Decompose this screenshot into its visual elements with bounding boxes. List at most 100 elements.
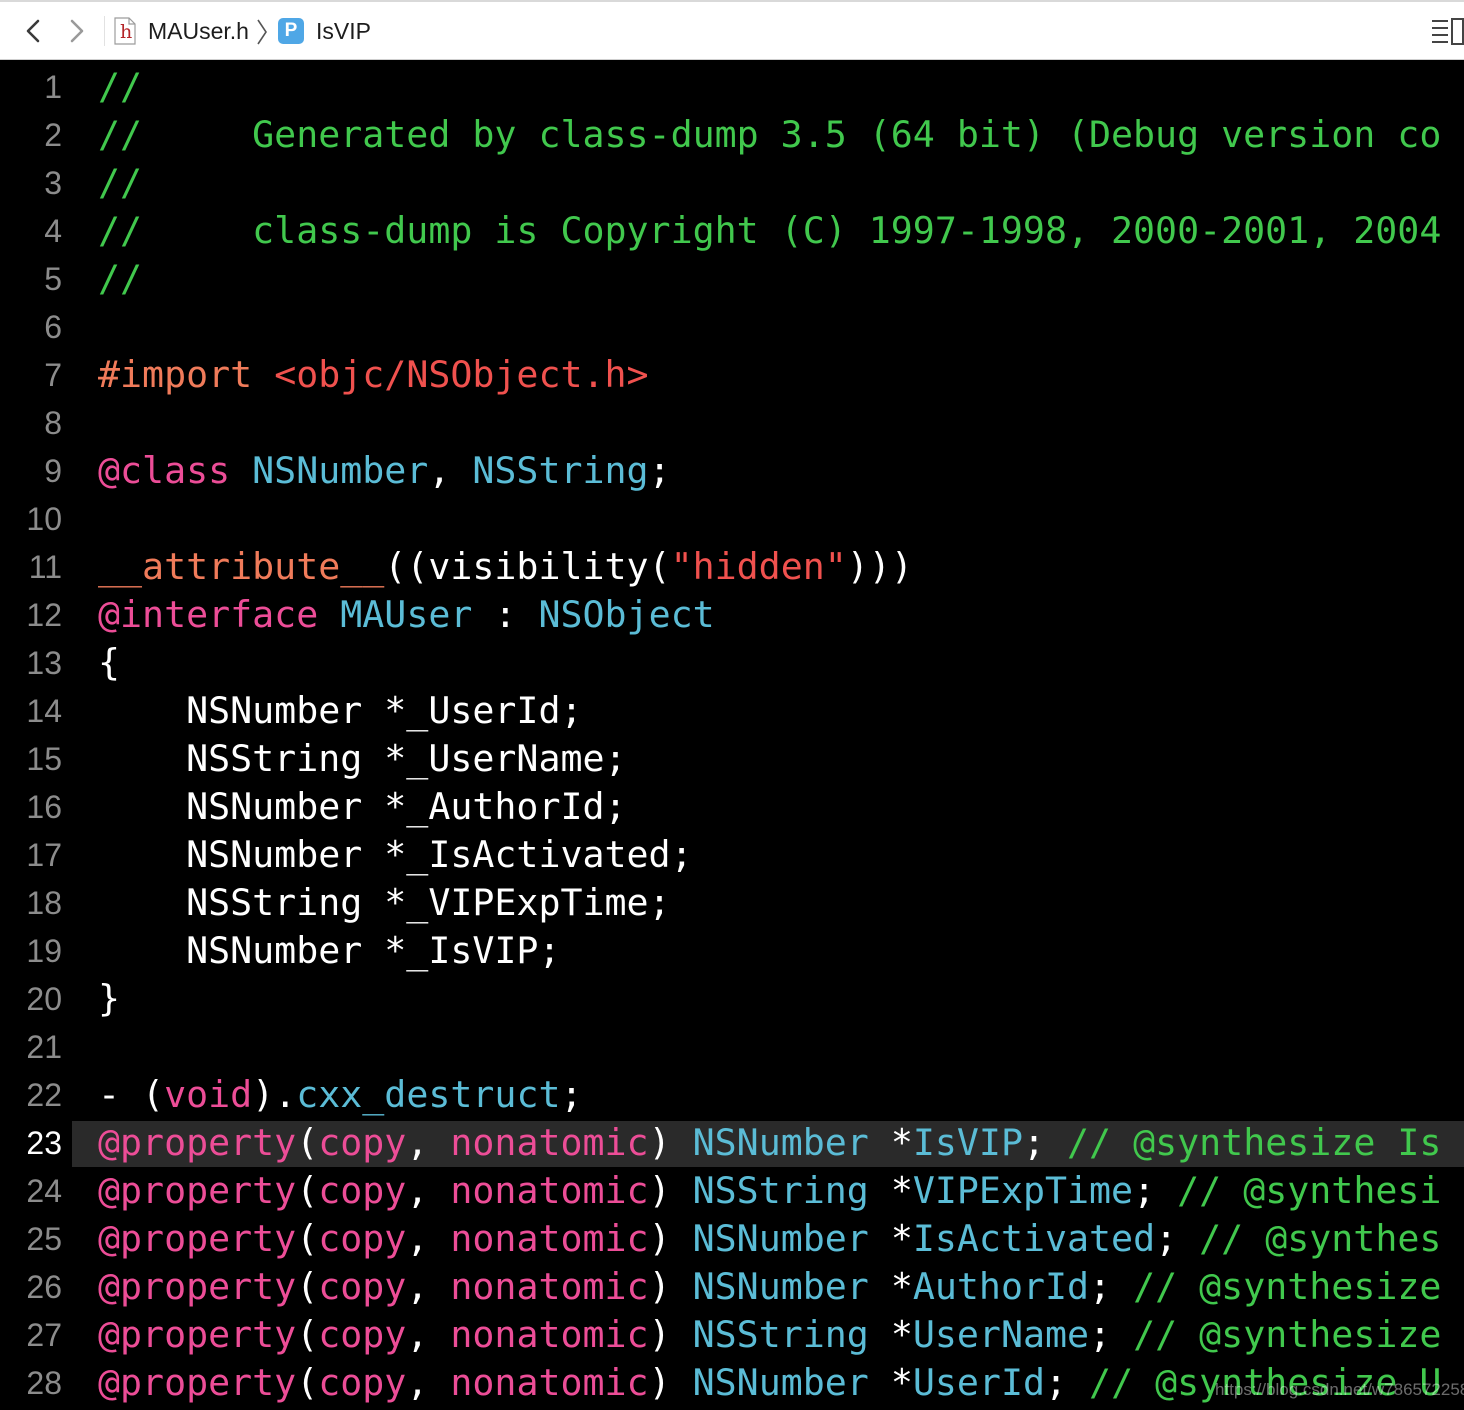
code-token: // Generated by class-dump 3.5 (64 bit) …: [98, 113, 1442, 156]
back-button[interactable]: [20, 16, 46, 46]
related-items-button[interactable]: [1430, 18, 1464, 46]
code-token: NSString: [692, 1313, 869, 1356]
code-token: void: [164, 1073, 253, 1116]
code-text: @class NSNumber, NSString;: [98, 447, 671, 495]
code-token: NSNumber: [692, 1217, 869, 1260]
code-line[interactable]: 21: [0, 1023, 1464, 1071]
code-token: cxx_destruct: [296, 1073, 561, 1116]
code-line[interactable]: 13 {: [0, 639, 1464, 687]
code-line[interactable]: 23 @property(copy, nonatomic) NSNumber *I…: [0, 1119, 1464, 1167]
code-token: *: [868, 1265, 913, 1308]
code-line[interactable]: 5 //: [0, 255, 1464, 303]
code-text: @property(copy, nonatomic) NSString *Use…: [98, 1311, 1441, 1359]
code-token: IsVIP: [912, 1121, 1023, 1164]
code-token: ,: [406, 1361, 451, 1404]
code-token: NSObject: [538, 593, 715, 636]
code-token: @property: [98, 1313, 297, 1356]
code-token: ): [648, 1313, 693, 1356]
code-token: copy: [318, 1265, 407, 1308]
code-token: NSNumber: [252, 449, 429, 492]
code-token: nonatomic: [450, 1313, 649, 1356]
code-line[interactable]: 22 - (void).cxx_destruct;: [0, 1071, 1464, 1119]
xcode-window: h MAUser.h P IsVIP 1 // 2 // Generated b…: [0, 0, 1464, 1410]
code-token: (: [296, 1265, 319, 1308]
code-text: NSString *_VIPExpTime;: [98, 879, 671, 927]
code-line[interactable]: 19 NSNumber *_IsVIP;: [0, 927, 1464, 975]
line-number: 6: [44, 309, 62, 345]
code-token: @property: [98, 1361, 297, 1404]
code-line[interactable]: 27 @property(copy, nonatomic) NSString *U…: [0, 1311, 1464, 1359]
code-text: @property(copy, nonatomic) NSNumber *IsV…: [98, 1119, 1441, 1167]
code-line[interactable]: 12 @interface MAUser : NSObject: [0, 591, 1464, 639]
chevron-right-icon: [64, 16, 90, 46]
code-text: // class-dump is Copyright (C) 1997-1998…: [98, 207, 1441, 255]
code-line[interactable]: 16 NSNumber *_AuthorId;: [0, 783, 1464, 831]
code-token: UserName: [912, 1313, 1090, 1356]
code-token: "hidden": [670, 545, 847, 588]
code-line[interactable]: 8: [0, 399, 1464, 447]
code-text: NSNumber *_UserId;: [98, 687, 582, 735]
code-token: ): [648, 1121, 693, 1164]
jump-bar: h MAUser.h P IsVIP: [0, 0, 1464, 60]
breadcrumb-symbol[interactable]: P IsVIP: [278, 2, 371, 60]
line-number: 9: [44, 453, 62, 489]
code-line[interactable]: 14 NSNumber *_UserId;: [0, 687, 1464, 735]
code-line[interactable]: 10: [0, 495, 1464, 543]
code-line[interactable]: 7 #import <objc/NSObject.h>: [0, 351, 1464, 399]
code-text: NSString *_UserName;: [98, 735, 627, 783]
code-line[interactable]: 4 // class-dump is Copyright (C) 1997-199…: [0, 207, 1464, 255]
code-text: @property(copy, nonatomic) NSNumber *IsA…: [98, 1215, 1441, 1263]
code-line[interactable]: 6: [0, 303, 1464, 351]
code-line[interactable]: 24 @property(copy, nonatomic) NSString *V…: [0, 1167, 1464, 1215]
code-line[interactable]: 11 __attribute__((visibility("hidden"))): [0, 543, 1464, 591]
code-text: //: [98, 159, 142, 207]
code-token: ;: [1133, 1169, 1178, 1212]
list-menu-icon: [1430, 18, 1464, 50]
code-token: *: [868, 1217, 913, 1260]
breadcrumb-separator-icon: [254, 18, 270, 46]
line-number: 27: [26, 1317, 62, 1353]
code-line[interactable]: 1 //: [0, 63, 1464, 111]
code-token: NSNumber *_AuthorId;: [98, 785, 627, 828]
code-line[interactable]: 26 @property(copy, nonatomic) NSNumber *A…: [0, 1263, 1464, 1311]
code-token: IsActivated: [912, 1217, 1156, 1260]
line-number: 15: [26, 741, 62, 777]
code-token: - (: [98, 1073, 165, 1116]
breadcrumb-file[interactable]: h MAUser.h: [114, 2, 249, 60]
header-file-icon: h: [114, 17, 136, 45]
code-token: NSString: [692, 1169, 869, 1212]
code-line[interactable]: 20}: [0, 975, 1464, 1023]
code-line[interactable]: 17 NSNumber *_IsActivated;: [0, 831, 1464, 879]
code-token: NSString *_UserName;: [98, 737, 627, 780]
code-token: NSString: [472, 449, 649, 492]
code-line[interactable]: 9 @class NSNumber, NSString;: [0, 447, 1464, 495]
code-line[interactable]: 18 NSString *_VIPExpTime;: [0, 879, 1464, 927]
code-token: nonatomic: [450, 1361, 649, 1404]
code-token: ,: [406, 1121, 451, 1164]
code-token: NSNumber: [692, 1265, 869, 1308]
code-line[interactable]: 2 // Generated by class-dump 3.5 (64 bit)…: [0, 111, 1464, 159]
code-token: nonatomic: [450, 1169, 649, 1212]
code-token: @class: [98, 449, 253, 492]
code-token: // @synthesi: [1177, 1169, 1442, 1212]
code-line[interactable]: 25 @property(copy, nonatomic) NSNumber *I…: [0, 1215, 1464, 1263]
code-token: NSNumber *_IsVIP;: [98, 929, 561, 972]
code-token: ,: [406, 1313, 451, 1356]
code-line[interactable]: 15 NSString *_UserName;: [0, 735, 1464, 783]
code-token: {: [98, 641, 121, 684]
code-token: // @synthesize Is: [1067, 1121, 1442, 1164]
code-token: ,: [406, 1265, 451, 1308]
code-token: ): [648, 1265, 693, 1308]
code-token: (: [296, 1121, 319, 1164]
file-icon-letter: h: [120, 21, 133, 43]
line-number: 22: [26, 1077, 62, 1113]
code-token: @property: [98, 1265, 297, 1308]
code-token: copy: [318, 1313, 407, 1356]
code-token: copy: [318, 1361, 407, 1404]
code-token: ;: [1022, 1121, 1068, 1164]
code-line[interactable]: 3 //: [0, 159, 1464, 207]
source-editor[interactable]: 1 // 2 // Generated by class-dump 3.5 (64 b…: [0, 60, 1464, 1410]
forward-button[interactable]: [64, 16, 90, 46]
code-token: nonatomic: [450, 1265, 649, 1308]
code-token: //: [98, 257, 143, 300]
